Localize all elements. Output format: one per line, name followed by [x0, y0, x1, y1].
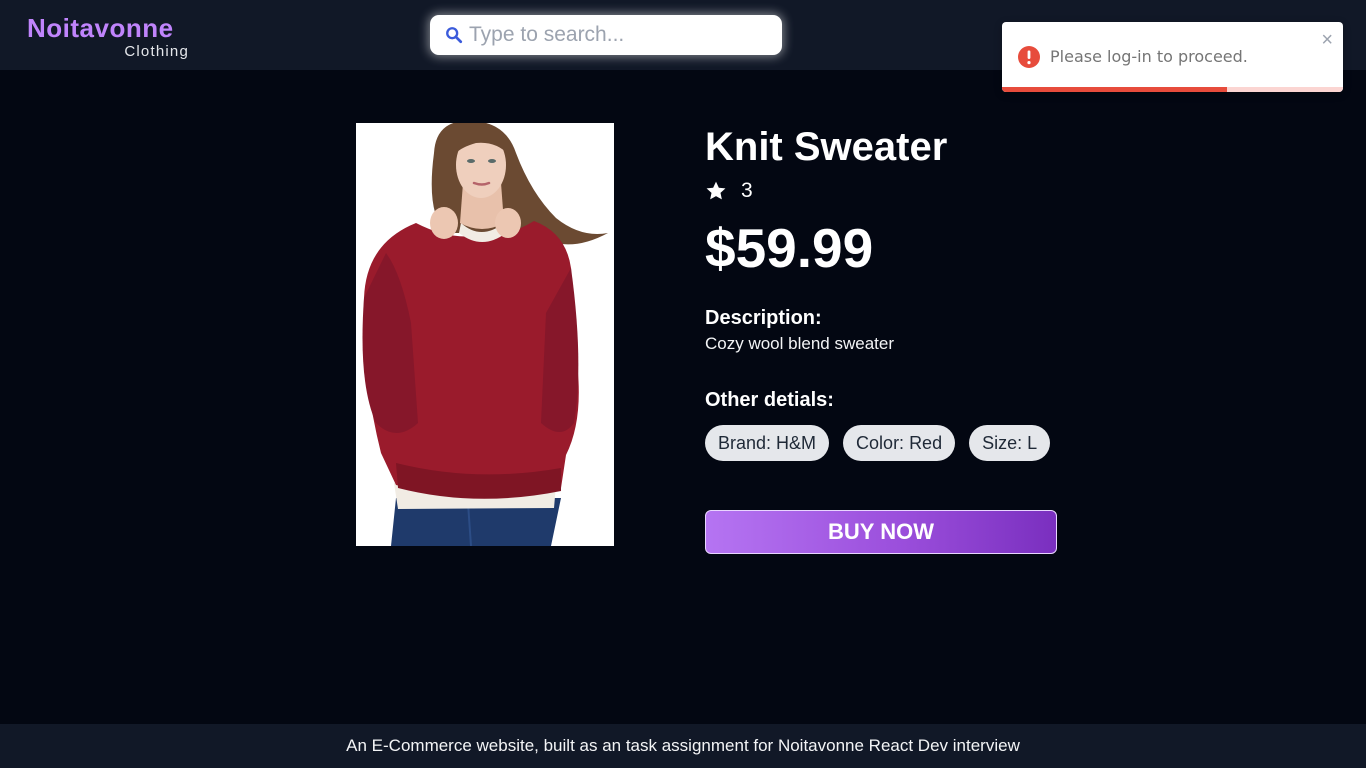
login-toast: Please log-in to proceed. ×: [1002, 22, 1343, 92]
color-chip: Color: Red: [843, 425, 956, 461]
site-footer: An E-Commerce website, built as an task …: [0, 724, 1366, 768]
error-icon: [1018, 46, 1040, 68]
brand-name: Noitavonne: [27, 13, 174, 43]
sweater-photo: [356, 123, 614, 546]
rating-value: 3: [741, 179, 753, 202]
search-bar[interactable]: [430, 15, 782, 55]
star-icon: [706, 181, 726, 200]
product-title: Knit Sweater: [705, 125, 948, 169]
buy-now-button[interactable]: BUY NOW: [705, 510, 1057, 554]
product-price: $59.99: [705, 217, 874, 279]
description-label: Description:: [705, 307, 822, 329]
detail-chips: Brand: H&M Color: Red Size: L: [705, 425, 1065, 461]
product-info: Knit Sweater 3 $59.99 Description: Cozy …: [705, 122, 1065, 461]
description-text: Cozy wool blend sweater: [705, 334, 894, 353]
toast-progress-bar: [1002, 87, 1228, 92]
footer-text: An E-Commerce website, built as an task …: [346, 736, 1020, 755]
search-icon: [446, 27, 463, 44]
toast-progress-track: [1002, 87, 1343, 92]
size-chip: Size: L: [969, 425, 1051, 461]
brand-subtitle: Clothing: [124, 43, 189, 60]
brand-logo[interactable]: Noitavonne Clothing: [27, 13, 192, 61]
product-rating: 3: [705, 178, 1065, 204]
brand-chip: Brand: H&M: [705, 425, 830, 461]
toast-message: Please log-in to proceed.: [1050, 47, 1248, 66]
product-image: [356, 123, 614, 546]
close-icon[interactable]: ×: [1321, 30, 1333, 50]
other-details-label: Other detials:: [705, 389, 834, 411]
search-input[interactable]: [469, 23, 769, 47]
